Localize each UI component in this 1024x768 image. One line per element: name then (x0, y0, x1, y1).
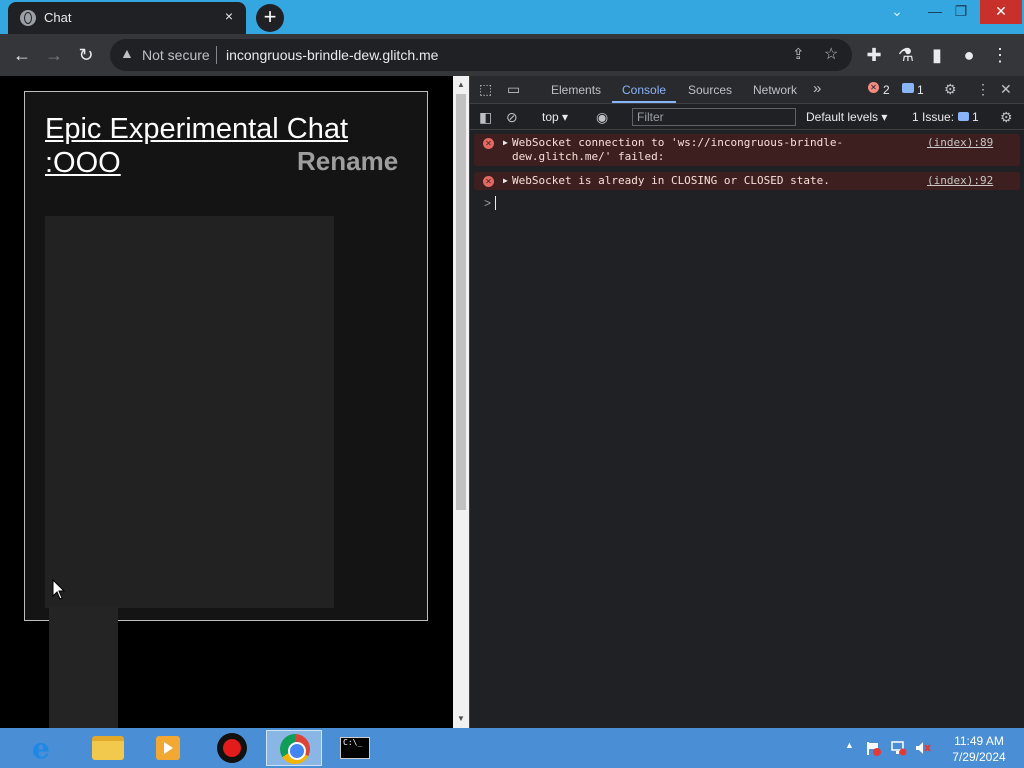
labs-flask-icon[interactable]: ⚗ (894, 43, 918, 67)
devtools-close-icon[interactable]: ✕ (1000, 81, 1012, 98)
clock-date[interactable]: 7/29/2024 (944, 750, 1014, 764)
menu-kebab-icon[interactable]: ⋮ (988, 43, 1012, 67)
scroll-up-icon[interactable]: ▲ (453, 78, 469, 92)
forward-arrow-icon[interactable]: → (42, 43, 66, 67)
clock-time[interactable]: 11:49 AM (944, 734, 1014, 748)
side-panel-icon[interactable]: ▮ (925, 43, 949, 67)
browser-toolbar: ← → ↻ ▲ Not secure incongruous-brindle-d… (0, 34, 1024, 76)
context-value: top (542, 110, 559, 124)
scrollbar-thumb[interactable] (456, 94, 466, 510)
profile-avatar-icon[interactable]: ● (957, 43, 981, 67)
tab-title: Chat (44, 10, 72, 25)
file-explorer-icon[interactable] (80, 730, 136, 766)
page-scrollbar[interactable]: ▲ ▼ (453, 76, 469, 728)
command-prompt-icon[interactable]: C:\_ (327, 730, 383, 766)
inspect-element-icon[interactable]: ⬚ (479, 81, 492, 98)
error-message: WebSocket connection to 'ws://incongruou… (512, 136, 844, 163)
console-error-row[interactable]: ✕ ▶ WebSocket connection to 'ws://incong… (474, 134, 1020, 166)
context-select[interactable]: top ▾ (542, 110, 568, 124)
error-message: WebSocket is already in CLOSING or CLOSE… (512, 174, 830, 187)
volume-muted-icon[interactable] (915, 740, 931, 756)
settings-gear-icon[interactable]: ⚙ (944, 81, 957, 98)
warning-icon[interactable]: ▲ (120, 45, 134, 61)
console-toolbar: ◧ ⊘ top ▾ ◉ Filter Default levels ▾ 1 Is… (470, 104, 1024, 130)
console-prompt-chevron: > (484, 196, 492, 210)
action-center-flag-icon[interactable] (865, 740, 881, 756)
console-error-row[interactable]: ✕ ▶ WebSocket is already in CLOSING or C… (474, 172, 1020, 190)
error-source-link[interactable]: (index):89 (927, 136, 993, 150)
extensions-puzzle-icon[interactable]: ✚ (862, 43, 886, 67)
console-input-caret[interactable] (495, 196, 496, 210)
show-hidden-icons-icon[interactable]: ▲ (845, 740, 854, 750)
active-tab-indicator (612, 101, 676, 103)
url-text[interactable]: incongruous-brindle-dew.glitch.me (226, 47, 438, 63)
reload-icon[interactable]: ↻ (74, 43, 98, 67)
tab-sources[interactable]: Sources (688, 83, 732, 97)
chrome-icon[interactable] (266, 730, 322, 766)
windows-taskbar: e C:\_ ▲ 11:49 AM 7/29/2024 (0, 728, 1024, 768)
message-list (45, 216, 334, 608)
tab-elements[interactable]: Elements (551, 83, 601, 97)
security-label[interactable]: Not secure (142, 47, 210, 63)
log-levels-label: Default levels (806, 110, 879, 124)
scroll-down-icon[interactable]: ▼ (453, 712, 469, 726)
device-toolbar-icon[interactable]: ▭ (507, 81, 520, 98)
browser-titlebar: Chat × + ⌄ — ❐ ✕ (0, 0, 1024, 34)
expand-triangle-icon[interactable]: ▶ (503, 174, 508, 188)
issue-icon[interactable] (958, 112, 969, 121)
window-close-button[interactable]: ✕ (980, 0, 1022, 24)
bookmark-star-icon[interactable]: ☆ (824, 44, 838, 64)
address-bar[interactable]: ▲ Not secure incongruous-brindle-dew.gli… (110, 39, 852, 71)
recorder-icon[interactable] (204, 730, 260, 766)
tab-search-icon[interactable]: ⌄ (882, 0, 912, 24)
media-player-icon[interactable] (140, 730, 196, 766)
page-viewport: Epic Experimental Chat :OOO Rename (0, 76, 453, 728)
info-count[interactable]: 1 (917, 83, 924, 97)
live-expression-eye-icon[interactable]: ◉ (596, 109, 608, 126)
devtools-menu-icon[interactable]: ⋮ (976, 81, 990, 98)
log-levels-dropdown[interactable]: Default levels ▾ (806, 110, 887, 124)
back-arrow-icon[interactable]: ← (10, 43, 34, 67)
browser-tab[interactable]: Chat × (8, 2, 246, 34)
sidebar-toggle-icon[interactable]: ◧ (479, 109, 492, 126)
omnibox-divider (216, 46, 217, 64)
chat-container: Epic Experimental Chat :OOO Rename (24, 91, 428, 621)
filter-input[interactable]: Filter (632, 108, 796, 126)
tab-close-button[interactable]: × (220, 7, 238, 25)
error-circle-icon: ✕ (483, 176, 494, 187)
share-icon[interactable]: ⇪ (792, 45, 805, 63)
error-count[interactable]: 2 (883, 83, 890, 97)
restore-button[interactable]: ❐ (946, 0, 976, 24)
devtools-panel: ⬚ ▭ Elements Console Sources Network » ✕… (469, 76, 1024, 728)
network-icon[interactable] (891, 740, 907, 756)
internet-explorer-icon[interactable]: e (18, 730, 74, 766)
more-tabs-icon[interactable]: » (813, 80, 821, 97)
message-icon[interactable] (902, 83, 914, 93)
expand-triangle-icon[interactable]: ▶ (503, 136, 508, 150)
devtools-tabbar: ⬚ ▭ Elements Console Sources Network » ✕… (470, 76, 1024, 104)
console-settings-gear-icon[interactable]: ⚙ (1000, 109, 1013, 126)
error-icon[interactable]: ✕ (868, 82, 879, 93)
issues-label[interactable]: 1 Issue: (912, 110, 954, 124)
error-source-link[interactable]: (index):92 (927, 174, 993, 188)
error-circle-icon: ✕ (483, 138, 494, 149)
globe-icon (20, 10, 36, 26)
issues-count[interactable]: 1 (972, 110, 979, 124)
clear-console-icon[interactable]: ⊘ (506, 109, 518, 126)
tab-network[interactable]: Network (753, 83, 797, 97)
tab-console[interactable]: Console (622, 83, 666, 97)
message-input-area[interactable] (49, 606, 118, 728)
new-tab-button[interactable]: + (256, 4, 284, 32)
rename-button[interactable]: Rename (297, 146, 398, 177)
